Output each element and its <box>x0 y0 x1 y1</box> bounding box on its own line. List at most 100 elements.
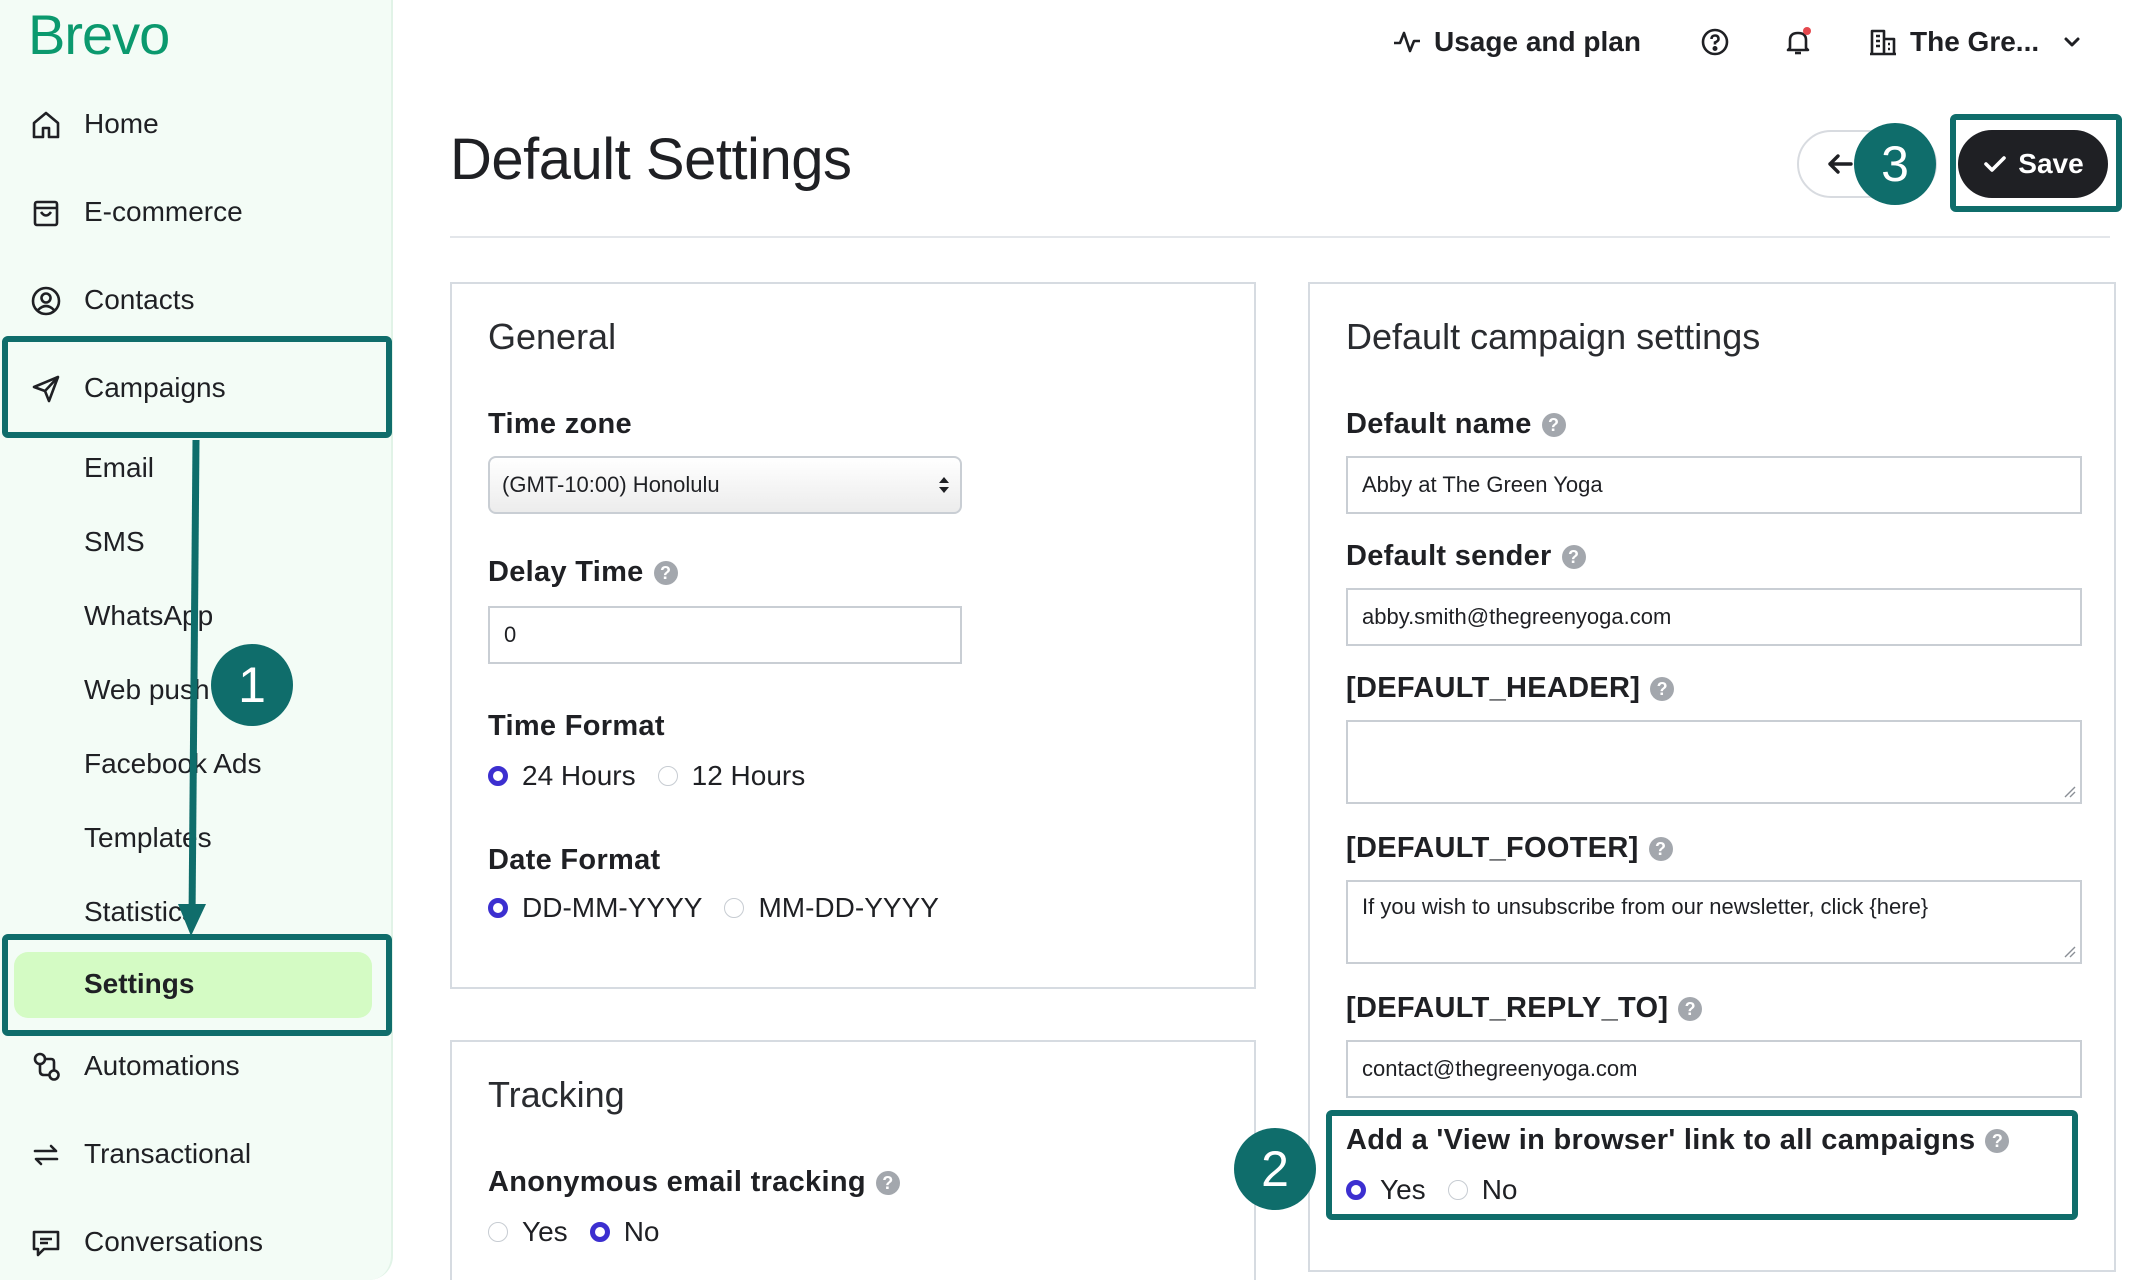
radio-24-hours-label: 24 Hours <box>522 760 636 791</box>
default-footer-textarea[interactable]: If you wish to unsubscribe from our news… <box>1346 880 2082 964</box>
delay-time-label: Delay Time? <box>488 556 678 589</box>
default-name-input[interactable]: Abby at The Green Yoga <box>1346 456 2082 514</box>
highlight-save <box>1950 114 2122 212</box>
help-button[interactable] <box>1700 24 1742 60</box>
building-icon <box>1870 29 1896 56</box>
radio-12-hours[interactable] <box>657 766 678 786</box>
radio-dd-mm-yyyy-label: DD-MM-YYYY <box>522 892 703 923</box>
sidebar-item-contacts[interactable]: Contacts <box>0 270 380 330</box>
sidebar-subitem-whatsapp[interactable]: WhatsApp <box>84 600 213 632</box>
sidebar-subitem-sms[interactable]: SMS <box>84 526 145 558</box>
sidebar-item-transactional[interactable]: Transactional <box>0 1124 380 1184</box>
default-sender-label: Default sender? <box>1346 540 1586 573</box>
default-footer-label: [DEFAULT_FOOTER]? <box>1346 832 1673 865</box>
sidebar-subitem-templates[interactable]: Templates <box>84 822 212 854</box>
sidebar-item-label: Automations <box>84 1050 240 1081</box>
help-circle-icon <box>1701 28 1729 56</box>
arrows-exchange-icon <box>33 1144 59 1166</box>
page-title: Default Settings <box>450 127 852 192</box>
radio-24-hours[interactable] <box>488 766 508 786</box>
radio-anon-no-label: No <box>623 1216 660 1247</box>
sidebar-item-label: E-commerce <box>84 196 243 227</box>
bell-icon <box>1786 27 1811 55</box>
sidebar-item-label: Contacts <box>84 284 195 315</box>
default-reply-to-label: [DEFAULT_REPLY_TO]? <box>1346 992 1703 1025</box>
help-icon[interactable]: ? <box>1678 996 1703 1021</box>
time-format-radio-group: 24 Hours 12 Hours <box>488 760 805 792</box>
select-arrows-icon <box>939 477 949 493</box>
help-icon[interactable]: ? <box>1648 836 1673 861</box>
sidebar-subitem-web-push[interactable]: Web push <box>84 674 210 706</box>
default-name-label: Default name? <box>1346 408 1566 441</box>
notifications-button[interactable] <box>1782 24 1826 60</box>
user-circle-icon <box>31 286 61 316</box>
sidebar-item-ecommerce[interactable]: E-commerce <box>0 182 380 242</box>
sidebar-item-conversations[interactable]: Conversations <box>0 1212 380 1272</box>
sidebar-item-label: Transactional <box>84 1138 252 1169</box>
header-divider <box>450 236 2110 238</box>
account-menu[interactable]: The Gre... <box>1868 24 2083 60</box>
sidebar-subitem-facebook-ads[interactable]: Facebook Ads <box>84 748 261 780</box>
delay-time-input[interactable]: 0 <box>488 606 962 664</box>
radio-12-hours-label: 12 Hours <box>691 760 806 791</box>
delay-time-value: 0 <box>504 622 517 647</box>
step-badge-1: 1 <box>211 644 293 726</box>
help-icon[interactable]: ? <box>653 560 678 585</box>
anonymous-tracking-label: Anonymous email tracking? <box>488 1166 900 1199</box>
radio-mm-dd-yyyy-label: MM-DD-YYYY <box>758 892 939 923</box>
default-name-value: Abby at The Green Yoga <box>1362 472 1603 497</box>
chat-icon <box>32 1230 60 1257</box>
timezone-value: (GMT-10:00) Honolulu <box>502 472 720 497</box>
shopping-bag-icon <box>33 200 59 227</box>
anonymous-tracking-radio-group: Yes No <box>488 1216 659 1248</box>
time-format-label: Time Format <box>488 710 665 742</box>
activity-icon <box>1394 31 1420 53</box>
resize-grip-icon[interactable] <box>2062 944 2076 958</box>
home-icon <box>32 111 60 139</box>
default-reply-to-value: contact@thegreenyoga.com <box>1362 1056 1638 1081</box>
sidebar-subitem-statistics[interactable]: Statistics <box>84 896 196 928</box>
radio-mm-dd-yyyy[interactable] <box>724 898 745 918</box>
timezone-select[interactable]: (GMT-10:00) Honolulu <box>488 456 962 514</box>
sidebar: Brevo Home E-commerce Contacts Campaigns… <box>0 0 393 1280</box>
timezone-label: Time zone <box>488 408 632 440</box>
default-footer-value: If you wish to unsubscribe from our news… <box>1362 894 1929 919</box>
general-card: General Time zone (GMT-10:00) Honolulu D… <box>450 282 1256 989</box>
radio-dd-mm-yyyy[interactable] <box>488 898 508 918</box>
arrow-left-icon <box>1828 154 1853 174</box>
sidebar-item-label: Conversations <box>84 1226 263 1257</box>
sidebar-subitem-email[interactable]: Email <box>84 452 154 484</box>
radio-anon-yes[interactable] <box>488 1222 508 1242</box>
radio-anon-yes-label: Yes <box>522 1216 568 1247</box>
resize-grip-icon[interactable] <box>2062 784 2076 798</box>
usage-and-plan-link[interactable]: Usage and plan <box>1392 24 1641 60</box>
highlight-campaigns <box>2 336 392 438</box>
step-badge-3: 3 <box>1854 123 1936 205</box>
usage-and-plan-label: Usage and plan <box>1434 26 1641 57</box>
default-reply-to-input[interactable]: contact@thegreenyoga.com <box>1346 1040 2082 1098</box>
default-header-textarea[interactable] <box>1346 720 2082 804</box>
default-header-label: [DEFAULT_HEADER]? <box>1346 672 1675 705</box>
highlight-settings <box>2 934 392 1036</box>
help-icon[interactable]: ? <box>1650 676 1675 701</box>
help-icon[interactable]: ? <box>875 1170 900 1195</box>
default-sender-value: abby.smith@thegreenyoga.com <box>1362 604 1672 629</box>
automation-icon <box>33 1052 60 1081</box>
chevron-down-icon <box>2064 37 2080 47</box>
sidebar-item-home[interactable]: Home <box>0 94 380 154</box>
sidebar-item-label: Home <box>84 108 159 139</box>
date-format-label: Date Format <box>488 844 661 876</box>
brevo-logo[interactable]: Brevo <box>28 2 170 67</box>
default-sender-input[interactable]: abby.smith@thegreenyoga.com <box>1346 588 2082 646</box>
highlight-view-in-browser <box>1326 1110 2078 1220</box>
radio-anon-no[interactable] <box>589 1222 610 1242</box>
sidebar-item-automations[interactable]: Automations <box>0 1036 380 1096</box>
general-card-title: General <box>488 316 617 357</box>
date-format-radio-group: DD-MM-YYYY MM-DD-YYYY <box>488 892 939 924</box>
tracking-card-title: Tracking <box>488 1074 625 1115</box>
help-icon[interactable]: ? <box>1541 412 1566 437</box>
campaign-settings-title: Default campaign settings <box>1346 316 1761 357</box>
help-icon[interactable]: ? <box>1561 544 1586 569</box>
tracking-card: Tracking Anonymous email tracking? Yes N… <box>450 1040 1256 1280</box>
step-badge-2: 2 <box>1234 1128 1316 1210</box>
